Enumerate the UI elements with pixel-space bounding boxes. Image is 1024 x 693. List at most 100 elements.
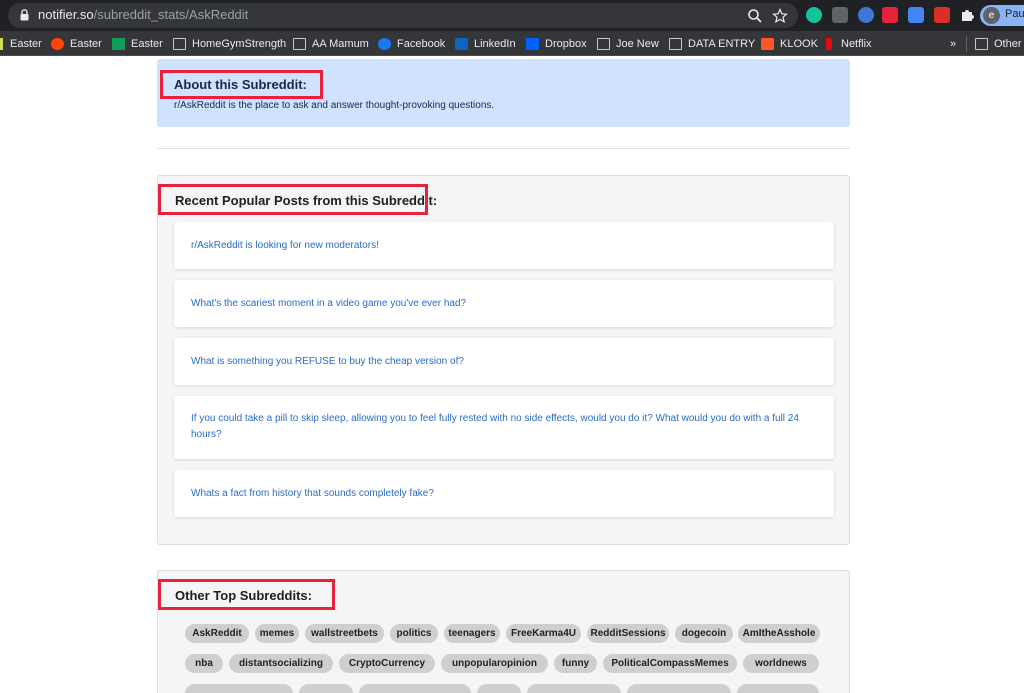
bookmark-data-entry[interactable]: DATA ENTRY: [669, 36, 755, 52]
folder-icon: [597, 38, 610, 50]
star-icon[interactable]: [772, 8, 788, 24]
other-bookmarks[interactable]: Other: [966, 36, 1022, 52]
bookmark-label: Easter: [131, 38, 163, 50]
avatar: e: [983, 7, 1000, 24]
bookmark-aa-mamum[interactable]: AA Mamum: [293, 36, 369, 52]
browser-toolbar: notifier.so/subreddit_stats/AskReddit e …: [0, 0, 1024, 31]
bookmark-dropbox[interactable]: Dropbox: [526, 36, 587, 52]
subreddit-tag[interactable]: politics: [390, 624, 438, 643]
post-card[interactable]: What's the scariest moment in a video ga…: [174, 280, 834, 327]
bookmark-label: Easter: [10, 38, 42, 50]
bookmark-facebook[interactable]: Facebook: [378, 36, 445, 52]
url-text[interactable]: notifier.so/subreddit_stats/AskReddit: [38, 7, 248, 22]
green-sheet-icon: [112, 38, 125, 50]
rocket-extension-icon[interactable]: [882, 7, 898, 23]
subreddit-tag-partial[interactable]: [477, 684, 521, 693]
post-link[interactable]: If you could take a pill to skip sleep, …: [191, 411, 810, 443]
recent-posts-section: Recent Popular Posts from this Subreddit…: [157, 175, 850, 545]
search-icon[interactable]: [747, 8, 763, 24]
bookmark-label: Easter: [70, 38, 102, 50]
reddit-icon: [51, 38, 64, 50]
bookmark-label: Dropbox: [545, 38, 587, 50]
subreddit-tag-partial[interactable]: [527, 684, 621, 693]
subreddit-tag[interactable]: CryptoCurrency: [339, 654, 435, 673]
profile-button[interactable]: e Pau: [980, 5, 1024, 26]
subreddit-tag-partial[interactable]: [185, 684, 293, 693]
subreddit-tag-partial[interactable]: [737, 684, 819, 693]
highlight-box: [158, 579, 335, 610]
bookmark-netflix[interactable]: Netflix: [826, 36, 872, 52]
highlight-box: [160, 70, 323, 99]
bookmark-klook[interactable]: KLOOK: [761, 36, 818, 52]
bookmark-easter-3[interactable]: Easter: [112, 36, 163, 52]
subreddit-tag[interactable]: teenagers: [444, 624, 500, 643]
bookmark-label: Joe New: [616, 38, 659, 50]
subreddit-tag-partial[interactable]: [359, 684, 471, 693]
folder-icon: [669, 38, 682, 50]
bookmarks-bar: Easter Easter Easter HomeGymStrength AA …: [0, 31, 1024, 56]
post-link[interactable]: r/AskReddit is looking for new moderator…: [191, 238, 810, 254]
subreddit-tag[interactable]: distantsocializing: [229, 654, 333, 673]
bookmark-label: Netflix: [841, 38, 872, 50]
subreddit-tag[interactable]: funny: [554, 654, 597, 673]
folder-icon: [173, 38, 186, 50]
subreddit-tag[interactable]: memes: [255, 624, 299, 643]
bookmark-homegymstrength[interactable]: HomeGymStrength: [173, 36, 286, 52]
subreddit-tag[interactable]: AskReddit: [185, 624, 249, 643]
subreddit-tag[interactable]: unpopularopinion: [441, 654, 548, 673]
bookmark-label: AA Mamum: [312, 38, 369, 50]
subreddit-tag[interactable]: RedditSessions: [587, 624, 669, 643]
post-link[interactable]: What is something you REFUSE to buy the …: [191, 354, 810, 370]
about-description: r/AskReddit is the place to ask and answ…: [174, 100, 495, 111]
post-card[interactable]: What is something you REFUSE to buy the …: [174, 338, 834, 385]
lock-icon: [20, 9, 29, 21]
grammarly-icon[interactable]: [806, 7, 822, 23]
linkedin-icon: [455, 38, 468, 50]
subreddit-tag[interactable]: FreeKarma4U: [506, 624, 581, 643]
post-link[interactable]: Whats a fact from history that sounds co…: [191, 486, 810, 502]
bookmark-joe-new[interactable]: Joe New: [597, 36, 659, 52]
bookmark-label: Other: [994, 38, 1022, 50]
bookmarks-overflow-button[interactable]: »: [950, 36, 956, 52]
bookmark-linkedin[interactable]: LinkedIn: [455, 36, 516, 52]
url-host: notifier.so: [38, 7, 94, 22]
subreddit-tag-partial[interactable]: [299, 684, 353, 693]
subreddit-tag[interactable]: wallstreetbets: [305, 624, 384, 643]
puzzle-icon[interactable]: [959, 7, 975, 23]
bookmark-label: DATA ENTRY: [688, 38, 756, 50]
post-card[interactable]: r/AskReddit is looking for new moderator…: [174, 222, 834, 269]
bookmark-label: KLOOK: [780, 38, 818, 50]
highlight-box: [158, 184, 428, 215]
subreddit-tag[interactable]: worldnews: [743, 654, 819, 673]
bookmark-label: HomeGymStrength: [192, 38, 287, 50]
subreddit-tag[interactable]: dogecoin: [675, 624, 733, 643]
bookmark-label: LinkedIn: [474, 38, 516, 50]
profile-name: Pau: [1005, 8, 1024, 20]
address-bar[interactable]: notifier.so/subreddit_stats/AskReddit: [8, 3, 798, 28]
extension-badge-icon[interactable]: [858, 7, 874, 23]
subreddit-tag[interactable]: AmItheAsshole: [738, 624, 820, 643]
bookmark-easter-2[interactable]: Easter: [51, 36, 102, 52]
post-card[interactable]: If you could take a pill to skip sleep, …: [174, 396, 834, 459]
divider: [157, 148, 850, 149]
bookmark-easter-1[interactable]: Easter: [0, 36, 42, 52]
other-subreddits-section: Other Top Subreddits: AskReddit memes wa…: [157, 570, 850, 693]
extension-icon[interactable]: [832, 7, 848, 23]
post-link[interactable]: What's the scariest moment in a video ga…: [191, 296, 810, 312]
arrow-extension-icon[interactable]: [934, 7, 950, 23]
post-card[interactable]: Whats a fact from history that sounds co…: [174, 470, 834, 517]
subreddit-tag-partial[interactable]: [627, 684, 731, 693]
page-content: About this Subreddit: r/AskReddit is the…: [0, 56, 1024, 693]
merge-extension-icon[interactable]: [908, 7, 924, 23]
netflix-icon: [826, 38, 832, 50]
facebook-icon: [378, 38, 391, 50]
klook-icon: [761, 38, 774, 50]
about-section: About this Subreddit: r/AskReddit is the…: [157, 59, 850, 127]
url-path: /subreddit_stats/AskReddit: [93, 7, 249, 22]
subreddit-tag[interactable]: PoliticalCompassMemes: [603, 654, 737, 673]
subreddit-tag[interactable]: nba: [185, 654, 223, 673]
dropbox-icon: [526, 38, 539, 50]
bookmark-label: Facebook: [397, 38, 446, 50]
vertical-bar-icon: [0, 38, 3, 50]
folder-icon: [975, 38, 988, 50]
